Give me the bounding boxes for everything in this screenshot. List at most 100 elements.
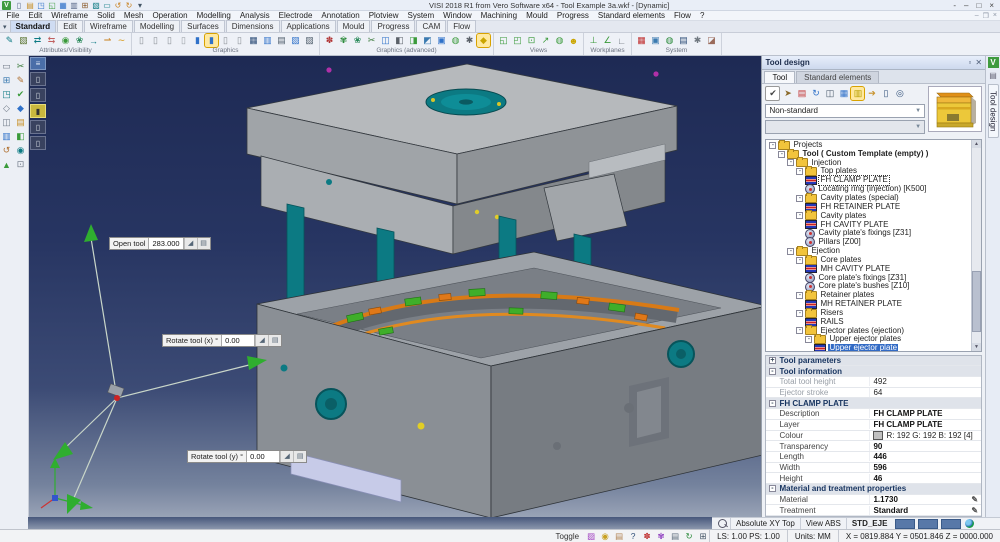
open-tool-options-icon[interactable]: ▤ [197, 238, 210, 249]
half-tool-icon[interactable]: ◧ [14, 130, 27, 143]
view-top-icon[interactable]: ◱ [497, 34, 510, 47]
new-doc-icon[interactable]: ▯ [14, 1, 24, 10]
tab-flow[interactable]: Flow [447, 20, 476, 32]
import-icon[interactable]: ◳ [36, 1, 46, 10]
menu-standard-elements[interactable]: Standard elements [593, 11, 669, 20]
menu-mesh[interactable]: Mesh [119, 11, 148, 20]
arrow-deselect-icon[interactable]: ⇀ [101, 34, 114, 47]
explode-view-icon[interactable]: ✽ [323, 34, 336, 47]
rotate-tool-x-value[interactable]: 0.00 [221, 335, 255, 346]
snap-center-icon[interactable]: ✾ [655, 531, 667, 542]
section-view-icon[interactable]: ▦ [247, 34, 260, 47]
menu-operation[interactable]: Operation [148, 11, 192, 20]
active-shading-icon[interactable]: ▮ [205, 34, 218, 47]
prop-row-height[interactable]: Height46 [766, 473, 981, 484]
child-control-button[interactable]: ❐ [983, 12, 989, 20]
swap-visibility-icon[interactable]: ⇄ [31, 34, 44, 47]
tree-item-mh-retainer-plate[interactable]: MH RETAINER PLATE [766, 300, 972, 309]
globe-icon[interactable] [965, 519, 974, 528]
clip-plane-icon[interactable]: ▥ [261, 34, 274, 47]
tree-expander-icon[interactable]: - [796, 257, 803, 264]
ribbon-minimize-button[interactable]: - [953, 1, 956, 10]
tree-item-risers[interactable]: -Risers [766, 309, 972, 318]
menu-mould[interactable]: Mould [522, 11, 553, 20]
tab-surfaces[interactable]: Surfaces [181, 20, 225, 32]
grid-mode-icon[interactable]: ⊞ [697, 531, 709, 542]
scroll-up-icon[interactable]: ▲ [972, 140, 981, 148]
view-smile-icon[interactable]: ☻ [567, 34, 580, 47]
view-sphere-icon[interactable]: ◍ [553, 34, 566, 47]
prop-value[interactable]: 90 [873, 442, 882, 451]
solid-tool-icon[interactable]: ◆ [14, 102, 27, 115]
revolve-tool-icon[interactable]: ↺ [0, 144, 13, 157]
shield-protect-icon[interactable]: ◆ [477, 34, 490, 47]
workplane-corner-icon[interactable]: ∟ [615, 34, 628, 47]
save-all-icon[interactable]: ▥ [69, 1, 79, 10]
shaded-view-icon[interactable]: ▯ [163, 34, 176, 47]
view-rotate-icon[interactable]: ↗ [539, 34, 552, 47]
tree-expander-icon[interactable]: - [787, 248, 794, 255]
snap-folder-icon[interactable]: ▤ [613, 531, 625, 542]
prop-row-length[interactable]: Length446 [766, 452, 981, 463]
workplane-normal-icon[interactable]: ⊥ [587, 34, 600, 47]
sphere-clip-icon[interactable]: ◍ [449, 34, 462, 47]
render-view-icon[interactable]: ▮ [191, 34, 204, 47]
prop-row-material[interactable]: Material1.1730✎ [766, 495, 981, 506]
project-tool-icon[interactable]: ◳ [0, 88, 13, 101]
prop-value[interactable]: 596 [873, 463, 886, 472]
sphere-tool-icon[interactable]: ◍ [663, 34, 676, 47]
box-dropdown-icon[interactable]: ◫ [823, 87, 836, 100]
undo-icon[interactable]: ↺ [113, 1, 123, 10]
prop-row-total-tool-height[interactable]: Total tool height492 [766, 377, 981, 388]
tab-progress[interactable]: Progress [371, 20, 415, 32]
prop-value[interactable]: 64 [873, 388, 882, 397]
layer-slot-1-button[interactable]: ▯ [30, 72, 46, 86]
iso-clip-icon[interactable]: ◩ [421, 34, 434, 47]
screenshot-icon[interactable]: ▣ [649, 34, 662, 47]
arrow-select-icon[interactable]: → [87, 34, 100, 47]
tree-scrollbar[interactable]: ▲ ▼ [971, 140, 981, 351]
layer-slot-2-button[interactable]: ▯ [30, 88, 46, 102]
tree-expander-icon[interactable]: - [778, 151, 785, 158]
menu-plotview[interactable]: Plotview [364, 11, 403, 20]
layer-block-2[interactable] [918, 519, 938, 529]
menu-progress[interactable]: Progress [552, 11, 593, 20]
print-icon[interactable]: ▭ [102, 1, 112, 10]
menu-flow[interactable]: Flow [670, 11, 696, 20]
quarter-view-icon[interactable]: ◨ [407, 34, 420, 47]
save-icon[interactable]: ▦ [58, 1, 68, 10]
snap-intersect-icon[interactable]: ✽ [641, 531, 653, 542]
tab-modelling[interactable]: Modelling [134, 20, 180, 32]
box-clip-icon[interactable]: ▣ [435, 34, 448, 47]
save-tool-icon[interactable]: ▦ [837, 87, 850, 100]
active-layer[interactable]: STD_EJE [846, 518, 893, 529]
standard-type-dropdown[interactable]: Non-standard ▼ [765, 104, 925, 118]
prop-row-layer[interactable]: LayerFH CLAMP PLATE [766, 420, 981, 431]
menu-wireframe[interactable]: Wireframe [47, 11, 93, 20]
curve-tool-icon[interactable]: ∼ [115, 34, 128, 47]
menu-window[interactable]: Window [439, 11, 476, 20]
tab-standard[interactable]: Standard [10, 20, 57, 32]
prop-section-tool-information[interactable]: -Tool information [766, 366, 981, 377]
prop-row-treatment[interactable]: TreatmentStandard✎ [766, 505, 981, 516]
wireframe-view-icon[interactable]: ▯ [135, 34, 148, 47]
tab-edit[interactable]: Edit [57, 20, 83, 32]
surface-tool-icon[interactable]: ▥ [0, 130, 13, 143]
visi-logo-icon[interactable]: V [988, 57, 999, 68]
rotate-tool-y-options-icon[interactable]: ▤ [293, 451, 306, 462]
redo-icon[interactable]: ↻ [124, 1, 134, 10]
help-snap-icon[interactable]: ? [627, 531, 639, 542]
section-expander-icon[interactable]: + [769, 357, 776, 364]
boxed-tool-icon[interactable]: ⊡ [14, 158, 27, 171]
confirm-tool-icon[interactable]: ✔ [765, 86, 780, 101]
tree-item-injection[interactable]: -Injection [766, 158, 972, 167]
select-tool-icon[interactable]: ▭ [0, 60, 13, 73]
folder-tool-icon[interactable]: ▤ [14, 116, 27, 129]
rotate-tool-y-field[interactable]: Rotate tool (y) °0.00◢▤ [187, 450, 307, 463]
panel-tab-tool[interactable]: Tool [764, 71, 795, 83]
layer-slot-3-button[interactable]: ▮ [30, 104, 46, 118]
layers-icon[interactable]: ▧ [91, 1, 101, 10]
ghost-view-icon[interactable]: ▯ [177, 34, 190, 47]
section-expander-icon[interactable]: - [769, 485, 776, 492]
close-icon[interactable]: ✕ [975, 58, 982, 67]
